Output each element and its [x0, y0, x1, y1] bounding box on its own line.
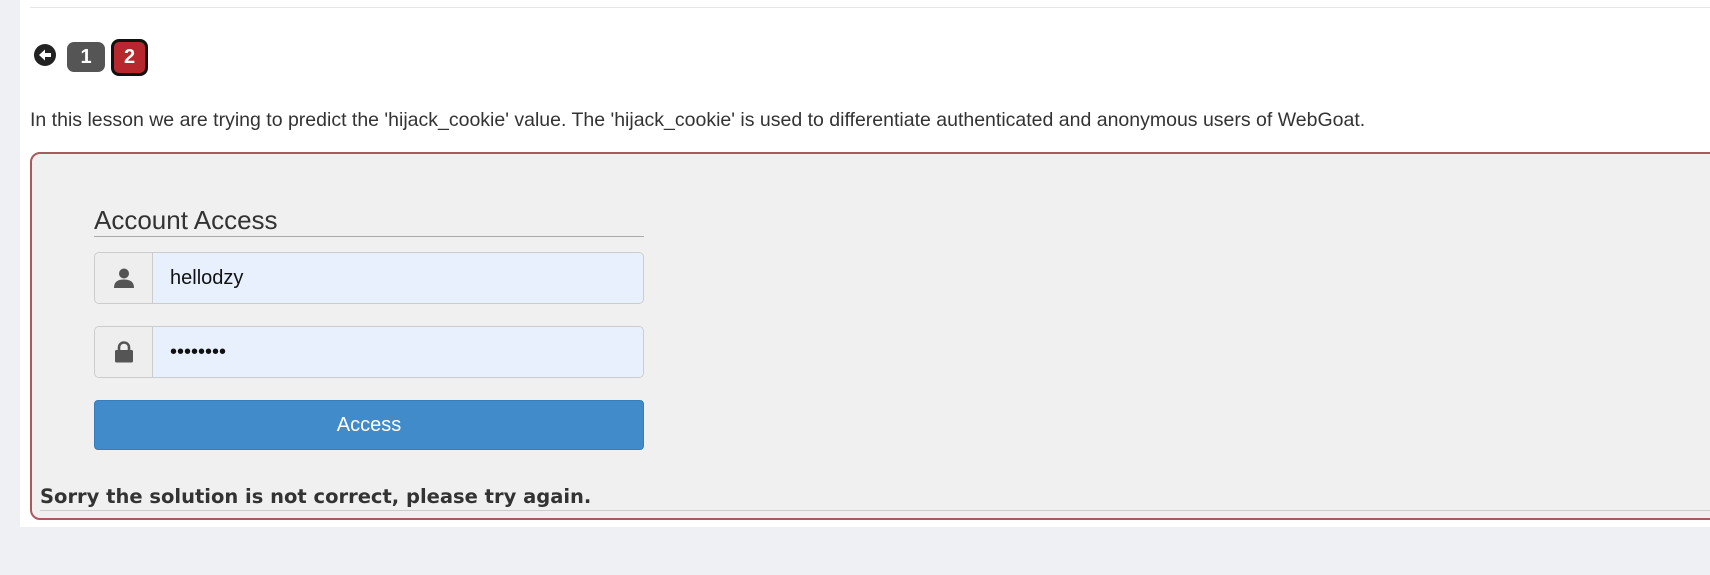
page-1-button[interactable]: 1: [67, 42, 105, 72]
lock-icon: [95, 327, 153, 377]
password-input-group: [94, 326, 644, 378]
form-title: Account Access: [94, 205, 278, 235]
username-field[interactable]: [153, 253, 643, 303]
attack-container: Account Access Access Sorry the solution…: [30, 152, 1710, 520]
user-icon: [95, 253, 153, 303]
title-divider: [94, 236, 644, 237]
top-divider: [30, 7, 1710, 8]
feedback-divider: [40, 510, 1710, 511]
username-input-group: [94, 252, 644, 304]
page-2-button[interactable]: 2: [111, 39, 148, 76]
password-field[interactable]: [153, 327, 643, 377]
feedback-message: Sorry the solution is not correct, pleas…: [40, 485, 592, 508]
previous-page-icon[interactable]: [34, 44, 56, 66]
lesson-intro: In this lesson we are trying to predict …: [30, 109, 1366, 131]
access-button[interactable]: Access: [94, 400, 644, 450]
